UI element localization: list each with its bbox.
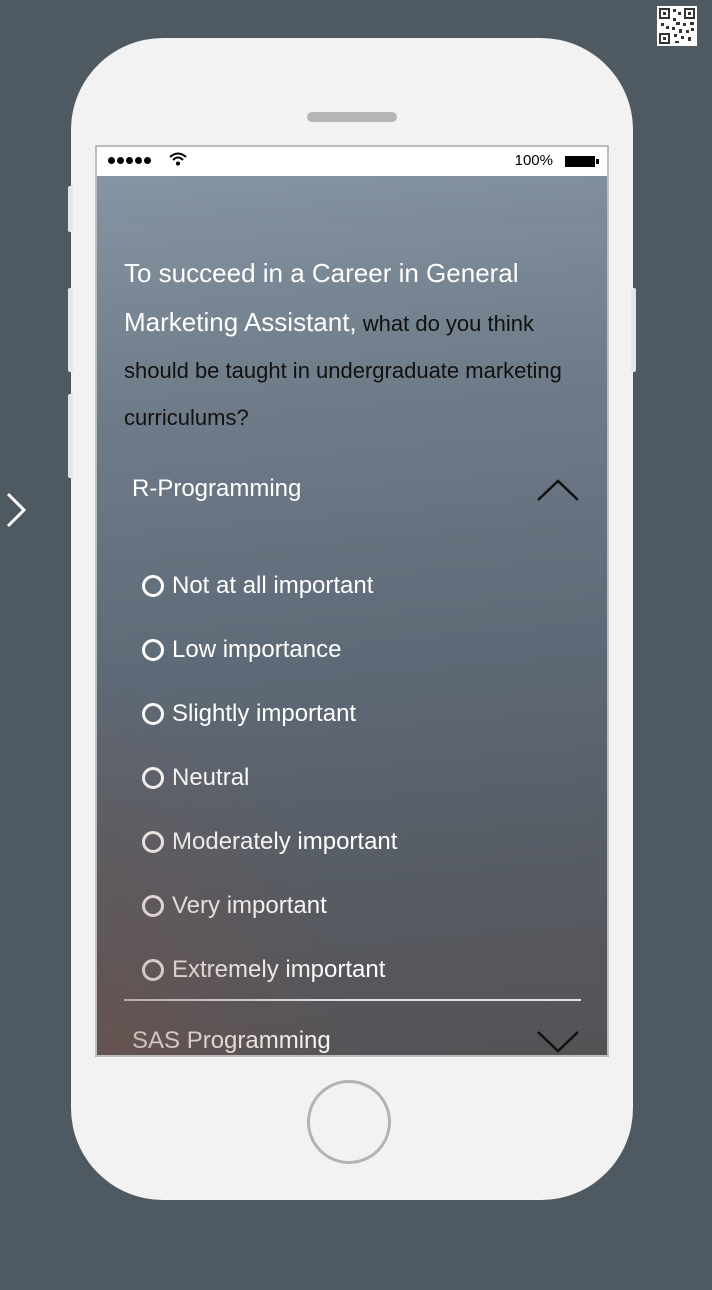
question-text: To succeed in a Career in General Market… [124, 251, 594, 443]
radio-option-low-importance[interactable]: Low importance [142, 630, 341, 670]
accordion-title: R-Programming [132, 475, 302, 502]
signal-icon [108, 157, 151, 164]
radio-option-extremely-important[interactable]: Extremely important [142, 950, 385, 990]
mute-switch [68, 186, 73, 232]
section-divider [124, 999, 581, 1001]
option-label: Low importance [172, 636, 342, 663]
power-button [631, 288, 636, 372]
radio-button[interactable] [142, 895, 164, 917]
volume-up-button [68, 288, 73, 372]
radio-option-moderately-important[interactable]: Moderately important [142, 822, 397, 862]
home-button[interactable] [307, 1080, 391, 1164]
radio-option-neutral[interactable]: Neutral [142, 758, 249, 798]
option-label: Not at all important [172, 572, 374, 599]
option-label: Very important [172, 892, 327, 919]
qr-code-icon[interactable] [657, 6, 697, 46]
chevron-right-icon[interactable] [4, 490, 28, 530]
battery-icon [565, 156, 599, 167]
accordion-header-r-programming[interactable]: R-Programming [124, 469, 579, 513]
volume-down-button [68, 394, 73, 478]
chevron-down-icon[interactable] [537, 1031, 579, 1053]
option-label: Neutral [172, 764, 250, 791]
radio-button[interactable] [142, 639, 164, 661]
option-label: Slightly important [172, 700, 357, 727]
option-label: Extremely important [172, 956, 386, 983]
radio-button[interactable] [142, 959, 164, 981]
radio-option-not-at-all-important[interactable]: Not at all important [142, 566, 373, 606]
accordion-title: SAS Programming [132, 1027, 331, 1054]
radio-button[interactable] [142, 575, 164, 597]
radio-button[interactable] [142, 703, 164, 725]
radio-button[interactable] [142, 767, 164, 789]
wifi-icon [169, 152, 187, 166]
speaker-grille [307, 112, 397, 122]
radio-option-very-important[interactable]: Very important [142, 886, 327, 926]
status-bar: 100% [97, 147, 607, 176]
accordion-header-sas-programming[interactable]: SAS Programming [124, 1021, 579, 1055]
radio-button[interactable] [142, 831, 164, 853]
phone-screen: 100% To succeed in a Career in General M… [95, 145, 609, 1057]
battery-percent: 100% [514, 152, 553, 169]
option-label: Moderately important [172, 828, 398, 855]
radio-option-slightly-important[interactable]: Slightly important [142, 694, 356, 734]
chevron-up-icon[interactable] [537, 479, 579, 501]
